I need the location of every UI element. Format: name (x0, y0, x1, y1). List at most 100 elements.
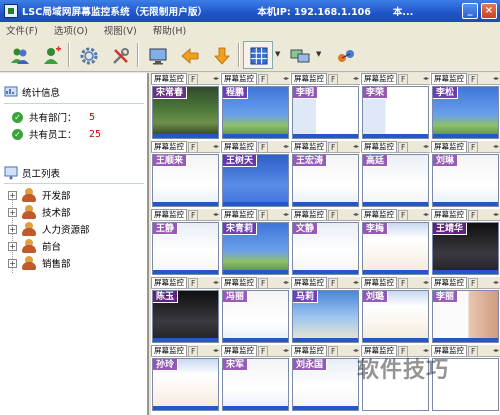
screen-thumbnail[interactable]: 王靖华 (432, 222, 499, 275)
tab-secondary[interactable]: F (328, 210, 339, 220)
next-button[interactable] (206, 41, 236, 69)
tab-screen-monitor[interactable]: 屏幕监控 (221, 141, 257, 152)
monitor-cell[interactable]: 屏幕监控 F ◂▸ 王宏涛 (291, 141, 360, 208)
screen-thumbnail[interactable]: 马莉 (292, 290, 359, 343)
tab-secondary[interactable]: F (188, 142, 199, 152)
tab-scroll-arrows[interactable]: ◂▸ (283, 346, 290, 356)
minimize-button[interactable]: _ (462, 3, 478, 19)
tab-secondary[interactable]: F (468, 142, 479, 152)
screen-thumbnail[interactable]: 王宏涛 (292, 154, 359, 207)
tab-scroll-arrows[interactable]: ◂▸ (213, 142, 220, 152)
expand-icon[interactable]: + (8, 224, 17, 234)
tab-scroll-arrows[interactable]: ◂▸ (423, 278, 430, 288)
monitor-cell[interactable]: 屏幕监控 F ◂▸ 宋常春 (151, 73, 220, 140)
tab-screen-monitor[interactable]: 屏幕监控 (221, 73, 257, 84)
tree-item-tech[interactable]: + 技术部 (8, 204, 71, 220)
monitor-cell[interactable]: 屏幕监控 F ◂▸ 李荣 (361, 73, 430, 140)
tab-screen-monitor[interactable]: 屏幕监控 (151, 345, 187, 356)
tab-scroll-arrows[interactable]: ◂▸ (283, 74, 290, 84)
screen-thumbnail[interactable]: 王顺来 (152, 154, 219, 207)
settings-button[interactable] (73, 41, 103, 69)
expand-icon[interactable]: + (8, 207, 17, 217)
monitor-cell[interactable]: 屏幕监控 F ◂▸ 陈玉 (151, 277, 220, 344)
monitor-cell[interactable]: 屏幕监控 F ◂▸ 王靖华 (431, 209, 500, 276)
monitor-cell[interactable]: 屏幕监控 F ◂▸ 刘永国 (291, 345, 360, 412)
tab-screen-monitor[interactable]: 屏幕监控 (431, 141, 467, 152)
screen-thumbnail[interactable]: 李明 (292, 86, 359, 139)
screen-thumbnail[interactable]: 高廷 (362, 154, 429, 207)
tab-scroll-arrows[interactable]: ◂▸ (493, 74, 500, 84)
expand-icon[interactable]: + (8, 241, 17, 251)
tab-screen-monitor[interactable]: 屏幕监控 (221, 209, 257, 220)
network-button[interactable] (330, 41, 360, 69)
tab-secondary[interactable]: F (258, 74, 269, 84)
tab-secondary[interactable]: F (188, 346, 199, 356)
tree-item-reception[interactable]: + 前台 (8, 238, 61, 254)
monitor-cell[interactable]: 屏幕监控 F ◂▸ 程鹏 (221, 73, 290, 140)
tab-scroll-arrows[interactable]: ◂▸ (353, 210, 360, 220)
expand-icon[interactable]: + (8, 190, 17, 200)
screen-thumbnail[interactable]: 宋常春 (152, 86, 219, 139)
tab-scroll-arrows[interactable]: ◂▸ (493, 210, 500, 220)
screen-thumbnail[interactable]: 程鹏 (222, 86, 289, 139)
tab-secondary[interactable]: F (258, 346, 269, 356)
tab-secondary[interactable]: F (328, 278, 339, 288)
monitor-cell[interactable]: 屏幕监控 F ◂▸ 高廷 (361, 141, 430, 208)
monitor-cell[interactable]: 屏幕监控 F ◂▸ 刘琳 (431, 141, 500, 208)
tab-scroll-arrows[interactable]: ◂▸ (353, 142, 360, 152)
screen-thumbnail[interactable]: 冯丽 (222, 290, 289, 343)
users-button[interactable] (4, 41, 34, 69)
tab-screen-monitor[interactable]: 屏幕监控 (361, 277, 397, 288)
tab-screen-monitor[interactable]: 屏幕监控 (431, 73, 467, 84)
tab-secondary[interactable]: F (468, 74, 479, 84)
screen-thumbnail[interactable]: 李荣 (362, 86, 429, 139)
screen-thumbnail[interactable]: 王树天 (222, 154, 289, 207)
monitor-cell[interactable]: 屏幕监控 F ◂▸ 宋军 (221, 345, 290, 412)
tab-scroll-arrows[interactable]: ◂▸ (423, 74, 430, 84)
expand-icon[interactable]: + (8, 258, 17, 268)
menu-file[interactable]: 文件(F) (6, 23, 38, 37)
tab-screen-monitor[interactable]: 屏幕监控 (151, 73, 187, 84)
tab-screen-monitor[interactable]: 屏幕监控 (361, 209, 397, 220)
menu-view[interactable]: 视图(V) (104, 23, 137, 37)
tab-secondary[interactable]: F (468, 278, 479, 288)
tab-secondary[interactable]: F (258, 278, 269, 288)
monitor-button[interactable] (142, 41, 172, 69)
monitor-cell[interactable]: 屏幕监控 F ◂▸ 文静 (291, 209, 360, 276)
tab-screen-monitor[interactable]: 屏幕监控 (151, 277, 187, 288)
tab-secondary[interactable]: F (398, 210, 409, 220)
tab-scroll-arrows[interactable]: ◂▸ (493, 142, 500, 152)
tab-secondary[interactable]: F (258, 142, 269, 152)
tree-item-sales[interactable]: + 销售部 (8, 255, 71, 271)
monitor-cell[interactable]: 屏幕监控 F ◂▸ 李松 (431, 73, 500, 140)
tab-scroll-arrows[interactable]: ◂▸ (283, 210, 290, 220)
tab-secondary[interactable]: F (398, 278, 409, 288)
monitor-cell[interactable]: 屏幕监控 F ◂▸ 王静 (151, 209, 220, 276)
monitor-cell[interactable]: 屏幕监控 F ◂▸ 王顺来 (151, 141, 220, 208)
monitor-cell[interactable]: 屏幕监控 F ◂▸ 宋青莉 (221, 209, 290, 276)
monitor-cell[interactable]: 屏幕监控 F ◂▸ 李梅 (361, 209, 430, 276)
monitor-cell[interactable]: 屏幕监控 F ◂▸ 冯丽 (221, 277, 290, 344)
monitor-cell[interactable]: 屏幕监控 F ◂▸ 李丽 (431, 277, 500, 344)
monitor-cell[interactable]: 屏幕监控 F ◂▸ 王树天 (221, 141, 290, 208)
screen-thumbnail[interactable]: 宋青莉 (222, 222, 289, 275)
tab-screen-monitor[interactable]: 屏幕监控 (291, 73, 327, 84)
menu-options[interactable]: 选项(O) (54, 23, 88, 37)
screen-thumbnail[interactable]: 李丽 (432, 290, 499, 343)
tab-secondary[interactable]: F (188, 278, 199, 288)
tab-secondary[interactable]: F (328, 346, 339, 356)
tab-secondary[interactable]: F (328, 142, 339, 152)
screen-thumbnail[interactable]: 李松 (432, 86, 499, 139)
tab-scroll-arrows[interactable]: ◂▸ (283, 278, 290, 288)
previous-button[interactable] (174, 41, 204, 69)
tab-scroll-arrows[interactable]: ◂▸ (213, 346, 220, 356)
tree-item-dev[interactable]: + 开发部 (8, 187, 71, 203)
close-button[interactable]: × (481, 3, 497, 19)
screen-thumbnail[interactable]: 刘永国 (292, 358, 359, 411)
tab-scroll-arrows[interactable]: ◂▸ (213, 278, 220, 288)
tools-button[interactable] (105, 41, 135, 69)
tab-screen-monitor[interactable]: 屏幕监控 (431, 209, 467, 220)
monitor-cell[interactable]: 屏幕监控 F ◂▸ 马莉 (291, 277, 360, 344)
tab-screen-monitor[interactable]: 屏幕监控 (221, 345, 257, 356)
tab-scroll-arrows[interactable]: ◂▸ (353, 278, 360, 288)
